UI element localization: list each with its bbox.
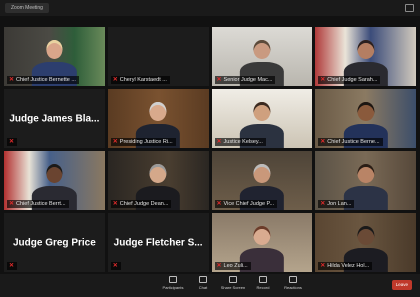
participant-nametag: ✕ Presiding Justice Ri... xyxy=(110,138,176,146)
participant-tile[interactable]: ✕ Chief Judge Dean... xyxy=(107,151,209,210)
participant-display-name: Judge Greg Price xyxy=(12,237,96,248)
window-title: Zoom Meeting xyxy=(5,3,49,13)
reactions-button[interactable]: Reactions xyxy=(276,276,310,295)
participant-tile[interactable]: ✕ Vice Chief Judge P... xyxy=(211,151,313,210)
participant-name: Cheryl Karstaedt ... xyxy=(119,77,167,83)
mic-muted-icon: ✕ xyxy=(112,263,118,269)
participant-nametag: ✕ Cheryl Karstaedt ... xyxy=(110,76,170,84)
record-icon xyxy=(259,276,267,283)
participant-nametag: ✕ Hilda Velez Hol... xyxy=(318,262,373,270)
participant-head xyxy=(149,163,167,184)
mic-muted-icon: ✕ xyxy=(9,77,15,83)
window-title-bar: Zoom Meeting xyxy=(0,0,420,16)
mic-muted-icon: ✕ xyxy=(9,201,15,207)
mic-muted-icon: ✕ xyxy=(216,139,222,145)
participant-grid: ✕ Chief Justice Bernette ... ✕ Cheryl Karst… xyxy=(0,17,420,272)
participant-head xyxy=(45,163,63,184)
reactions-icon xyxy=(289,276,297,283)
participants-icon xyxy=(169,276,177,283)
participant-nametag: ✕ Justice Kelsey... xyxy=(214,138,266,146)
participant-tile[interactable]: ✕ Cheryl Karstaedt ... xyxy=(107,27,209,86)
participant-name: Justice Kelsey... xyxy=(223,139,263,145)
participant-nametag: ✕ Senior Judge Mac... xyxy=(214,76,276,84)
participants-label: Participants xyxy=(162,285,184,290)
participant-name: Chief Judge Dean... xyxy=(119,201,169,207)
participant-name: Chief Judge Sarah... xyxy=(327,77,378,83)
share-screen-label: Share Screen xyxy=(220,285,246,290)
participant-head xyxy=(253,39,271,60)
participant-tile[interactable]: ✕ Leo Zuli... xyxy=(211,213,313,272)
participant-tile[interactable]: ✕ Chief Justice Berne... xyxy=(315,89,416,148)
mic-muted-icon: ✕ xyxy=(320,201,326,207)
participant-name: Chief Justice Bernette ... xyxy=(16,77,76,83)
participant-name: Vice Chief Judge P... xyxy=(223,201,275,207)
share-screen-icon xyxy=(229,276,237,283)
participant-tile[interactable]: ✕ Justice Kelsey... xyxy=(211,89,313,148)
mic-muted-icon: ✕ xyxy=(216,201,222,207)
participant-name: Chief Justice Berrt... xyxy=(16,201,66,207)
view-icon[interactable] xyxy=(405,4,414,12)
record-label: Record xyxy=(256,285,270,290)
meeting-toolbar: Participants Chat Share Screen Record Re… xyxy=(0,274,420,297)
participant-nametag: ✕ Vice Chief Judge P... xyxy=(214,200,278,208)
share-screen-button[interactable]: Share Screen xyxy=(216,276,250,295)
participant-nametag: ✕ xyxy=(7,262,18,270)
chat-button[interactable]: Chat xyxy=(186,276,220,295)
participant-name: Presiding Justice Ri... xyxy=(119,139,173,145)
mic-muted-icon: ✕ xyxy=(320,77,326,83)
mic-muted-icon: ✕ xyxy=(112,139,118,145)
participant-nametag: ✕ Chief Justice Bernette ... xyxy=(7,76,79,84)
participant-name: Chief Justice Berne... xyxy=(327,139,380,145)
participant-name: Senior Judge Mac... xyxy=(223,77,273,83)
participant-name: Hilda Velez Hol... xyxy=(327,263,370,269)
participant-tile[interactable]: ✕ Chief Justice Berrt... xyxy=(4,151,105,210)
participant-head xyxy=(357,225,375,246)
mic-muted-icon: ✕ xyxy=(216,263,222,269)
participant-tile[interactable]: ✕ Chief Judge Sarah... xyxy=(315,27,416,86)
mic-muted-icon: ✕ xyxy=(320,139,326,145)
participant-nametag: ✕ Leo Zuli... xyxy=(214,262,251,270)
participant-tile[interactable]: Judge Fletcher S... ✕ xyxy=(107,213,209,272)
record-button[interactable]: Record xyxy=(246,276,280,295)
participant-tile[interactable]: ✕ Hilda Velez Hol... xyxy=(315,213,416,272)
participant-nametag: ✕ Chief Judge Sarah... xyxy=(318,76,381,84)
participant-nametag: ✕ xyxy=(110,262,121,270)
participant-nametag: ✕ Chief Justice Berrt... xyxy=(7,200,69,208)
reactions-label: Reactions xyxy=(284,285,302,290)
participant-head xyxy=(149,101,167,122)
mic-muted-icon: ✕ xyxy=(320,263,326,269)
participant-head xyxy=(45,39,63,60)
participant-nametag: ✕ Chief Justice Berne... xyxy=(318,138,383,146)
leave-button[interactable]: Leave xyxy=(391,280,412,290)
participant-head xyxy=(357,163,375,184)
participant-display-name: Judge James Bla... xyxy=(9,113,100,124)
mic-muted-icon: ✕ xyxy=(9,263,15,269)
participant-nametag: ✕ Chief Judge Dean... xyxy=(110,200,172,208)
participant-tile[interactable]: ✕ Presiding Justice Ri... xyxy=(107,89,209,148)
participant-display-name: Judge Fletcher S... xyxy=(113,237,203,248)
participant-nametag: ✕ xyxy=(7,138,18,146)
mic-muted-icon: ✕ xyxy=(9,139,15,145)
chat-label: Chat xyxy=(198,285,208,290)
participant-head xyxy=(253,225,271,246)
chat-icon xyxy=(199,276,207,283)
participant-tile[interactable]: ✕ Senior Judge Mac... xyxy=(211,27,313,86)
participant-head xyxy=(357,39,375,60)
participant-tile[interactable]: ✕ Jon Lan... xyxy=(315,151,416,210)
participant-nametag: ✕ Jon Lan... xyxy=(318,200,355,208)
participants-button[interactable]: Participants xyxy=(156,276,190,295)
participant-head xyxy=(357,101,375,122)
mic-muted-icon: ✕ xyxy=(112,77,118,83)
participant-head xyxy=(253,163,271,184)
mic-muted-icon: ✕ xyxy=(216,77,222,83)
participant-head xyxy=(253,101,271,122)
participant-tile[interactable]: ✕ Chief Justice Bernette ... xyxy=(4,27,105,86)
participant-name: Leo Zuli... xyxy=(223,263,248,269)
mic-muted-icon: ✕ xyxy=(112,201,118,207)
participant-tile[interactable]: Judge James Bla... ✕ xyxy=(4,89,105,148)
participant-name: Jon Lan... xyxy=(327,201,352,207)
participant-tile[interactable]: Judge Greg Price ✕ xyxy=(4,213,105,272)
